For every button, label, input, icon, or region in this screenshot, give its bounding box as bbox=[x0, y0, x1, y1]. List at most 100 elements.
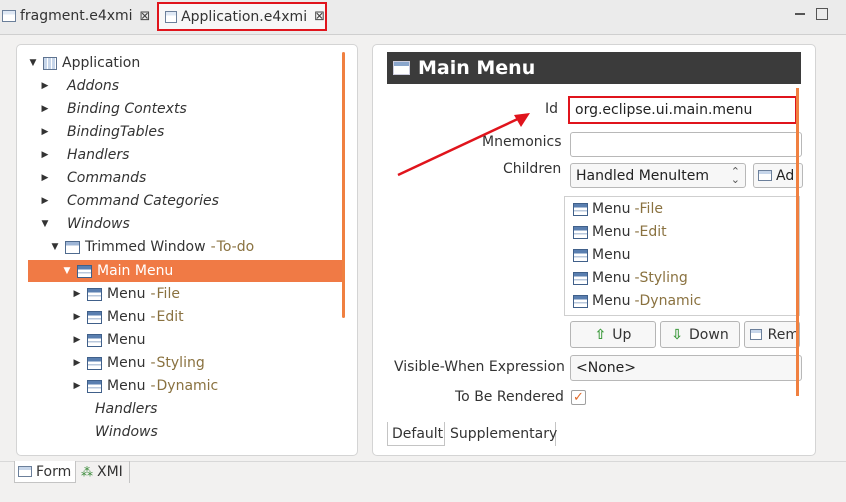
tab-fragment-e4xmi[interactable]: fragment.e4xmi ⊠ bbox=[2, 2, 150, 30]
close-icon[interactable]: ⊠ bbox=[314, 9, 325, 24]
expand-right-icon[interactable]: ▶ bbox=[40, 196, 50, 206]
tree-item-separator: - bbox=[150, 286, 156, 302]
mnemonics-field[interactable] bbox=[570, 132, 802, 157]
annotation-arrow bbox=[397, 113, 530, 177]
tree-item-label: Handlers bbox=[67, 147, 130, 163]
up-button-label: Up bbox=[612, 326, 632, 343]
expand-right-icon[interactable]: ▶ bbox=[72, 381, 82, 391]
remove-button-label: Rem bbox=[767, 326, 799, 343]
xmi-tree-icon: ⁂ bbox=[81, 465, 93, 479]
tree-item-command-categories[interactable]: ▶ Command Categories bbox=[40, 190, 219, 212]
add-icon bbox=[758, 170, 772, 181]
menu-icon bbox=[573, 248, 588, 262]
tree-item-menu-dynamic[interactable]: ▶ Menu - Dynamic bbox=[72, 375, 219, 397]
expand-right-icon[interactable]: ▶ bbox=[72, 358, 82, 368]
tree-item-label: Main Menu bbox=[97, 263, 174, 279]
tab-application-e4xmi[interactable]: Application.e4xmi ⊠ bbox=[157, 2, 327, 31]
menu-icon bbox=[573, 271, 588, 285]
expand-down-icon[interactable]: ▼ bbox=[28, 58, 38, 68]
tree-item-menu-file[interactable]: ▶ Menu - File bbox=[72, 283, 180, 305]
up-button[interactable]: ⇧ Up bbox=[570, 321, 656, 348]
tree-item-label: Binding Contexts bbox=[67, 101, 187, 117]
expand-right-icon[interactable]: ▶ bbox=[40, 127, 50, 137]
tree-item-label: Menu bbox=[107, 378, 146, 394]
children-type-select[interactable]: Handled MenuItem ⌃ ⌄ bbox=[570, 163, 746, 188]
down-button[interactable]: ⇩ Down bbox=[660, 321, 740, 348]
list-item[interactable]: Menu - Edit bbox=[573, 221, 667, 243]
tree-item-label: Trimmed Window bbox=[85, 239, 206, 255]
subtab-default[interactable]: Default bbox=[387, 422, 445, 446]
tree-item-binding-contexts[interactable]: ▶ Binding Contexts bbox=[40, 98, 187, 120]
tree-item-separator: - bbox=[150, 309, 156, 325]
list-item[interactable]: Menu - File bbox=[573, 198, 663, 220]
tree-item-menu-edit[interactable]: ▶ Menu - Edit bbox=[72, 306, 184, 328]
expand-right-icon[interactable]: ▶ bbox=[40, 81, 50, 91]
expand-right-icon[interactable]: ▶ bbox=[40, 173, 50, 183]
list-item-sublabel: Dynamic bbox=[639, 293, 702, 309]
tree-item-menu[interactable]: ▶ Menu bbox=[72, 329, 146, 351]
arrow-up-icon: ⇧ bbox=[594, 326, 607, 343]
list-item-label: Menu bbox=[592, 270, 631, 286]
expand-down-icon[interactable]: ▼ bbox=[50, 242, 60, 252]
menu-icon bbox=[87, 379, 102, 393]
tree-item-binding-tables[interactable]: ▶ BindingTables bbox=[40, 121, 165, 143]
menu-icon bbox=[573, 202, 588, 216]
visible-when-value: <None> bbox=[576, 360, 636, 376]
add-button-label: Ad bbox=[776, 167, 795, 184]
expand-down-icon[interactable]: ▼ bbox=[62, 266, 72, 276]
details-scrollbar[interactable] bbox=[796, 88, 799, 396]
tree-item-application[interactable]: ▼ Application bbox=[28, 52, 141, 74]
expand-right-icon[interactable]: ▶ bbox=[72, 289, 82, 299]
tab-xmi[interactable]: ⁂ XMI bbox=[78, 461, 130, 483]
list-item-label: Menu bbox=[592, 224, 631, 240]
list-item[interactable]: Menu - Styling bbox=[573, 267, 688, 289]
expand-down-icon[interactable]: ▼ bbox=[40, 219, 50, 229]
tree-item-addons[interactable]: ▶ Addons bbox=[40, 75, 120, 97]
visible-when-select[interactable]: <None> bbox=[570, 355, 802, 381]
tab-label: Application.e4xmi bbox=[181, 8, 308, 25]
arrow-down-icon: ⇩ bbox=[671, 326, 684, 343]
children-type-value: Handled MenuItem bbox=[576, 167, 710, 184]
tree-item-label: Addons bbox=[67, 78, 120, 94]
tree-item-label: Commands bbox=[67, 170, 147, 186]
id-label: Id bbox=[545, 101, 559, 117]
maximize-icon[interactable] bbox=[816, 8, 828, 20]
children-list[interactable]: Menu - File Menu - Edit Menu Menu - Styling… bbox=[564, 196, 800, 316]
list-item[interactable]: Menu bbox=[573, 244, 630, 266]
application-icon bbox=[43, 56, 57, 70]
tree-item-main-menu[interactable]: ▼ Main Menu bbox=[62, 260, 174, 282]
tab-label: Form bbox=[36, 463, 72, 480]
tree-item-sublabel: To-do bbox=[216, 239, 255, 255]
expand-right-icon[interactable]: ▶ bbox=[72, 312, 82, 322]
tree-item-sublabel: Dynamic bbox=[156, 378, 219, 394]
tab-label: XMI bbox=[97, 464, 123, 480]
tree-item-window-windows[interactable]: Windows bbox=[95, 421, 158, 443]
list-item-label: Menu bbox=[592, 201, 631, 217]
tab-form[interactable]: Form bbox=[14, 461, 76, 483]
tree-item-menu-styling[interactable]: ▶ Menu - Styling bbox=[72, 352, 205, 374]
tree-item-trimmed-window[interactable]: ▼ Trimmed Window - To-do bbox=[50, 236, 255, 258]
subtab-supplementary[interactable]: Supplementary bbox=[446, 422, 557, 446]
expand-right-icon[interactable]: ▶ bbox=[40, 104, 50, 114]
tree-item-window-handlers[interactable]: Handlers bbox=[95, 398, 157, 420]
tree-item-windows[interactable]: ▼ Windows bbox=[40, 213, 130, 235]
tree-scrollbar[interactable] bbox=[342, 52, 345, 318]
remove-button[interactable]: Rem bbox=[744, 321, 800, 348]
to-be-rendered-checkbox[interactable]: ✓ bbox=[571, 390, 586, 405]
file-icon bbox=[2, 10, 16, 22]
list-item[interactable]: Menu - Dynamic bbox=[573, 290, 701, 312]
tree-item-label: Menu bbox=[107, 286, 146, 302]
file-icon bbox=[165, 10, 178, 23]
id-field[interactable]: org.eclipse.ui.main.menu bbox=[568, 96, 797, 124]
expand-right-icon[interactable]: ▶ bbox=[72, 335, 82, 345]
window-icon bbox=[65, 240, 80, 254]
minimize-icon[interactable] bbox=[794, 8, 806, 20]
id-value: org.eclipse.ui.main.menu bbox=[575, 102, 753, 118]
tree-item-commands[interactable]: ▶ Commands bbox=[40, 167, 147, 189]
tree-item-separator: - bbox=[150, 355, 156, 371]
tree-item-label: Command Categories bbox=[67, 193, 219, 209]
list-item-sublabel: Styling bbox=[639, 270, 688, 286]
close-icon[interactable]: ⊠ bbox=[140, 9, 151, 24]
tree-item-handlers[interactable]: ▶ Handlers bbox=[40, 144, 130, 166]
expand-right-icon[interactable]: ▶ bbox=[40, 150, 50, 160]
